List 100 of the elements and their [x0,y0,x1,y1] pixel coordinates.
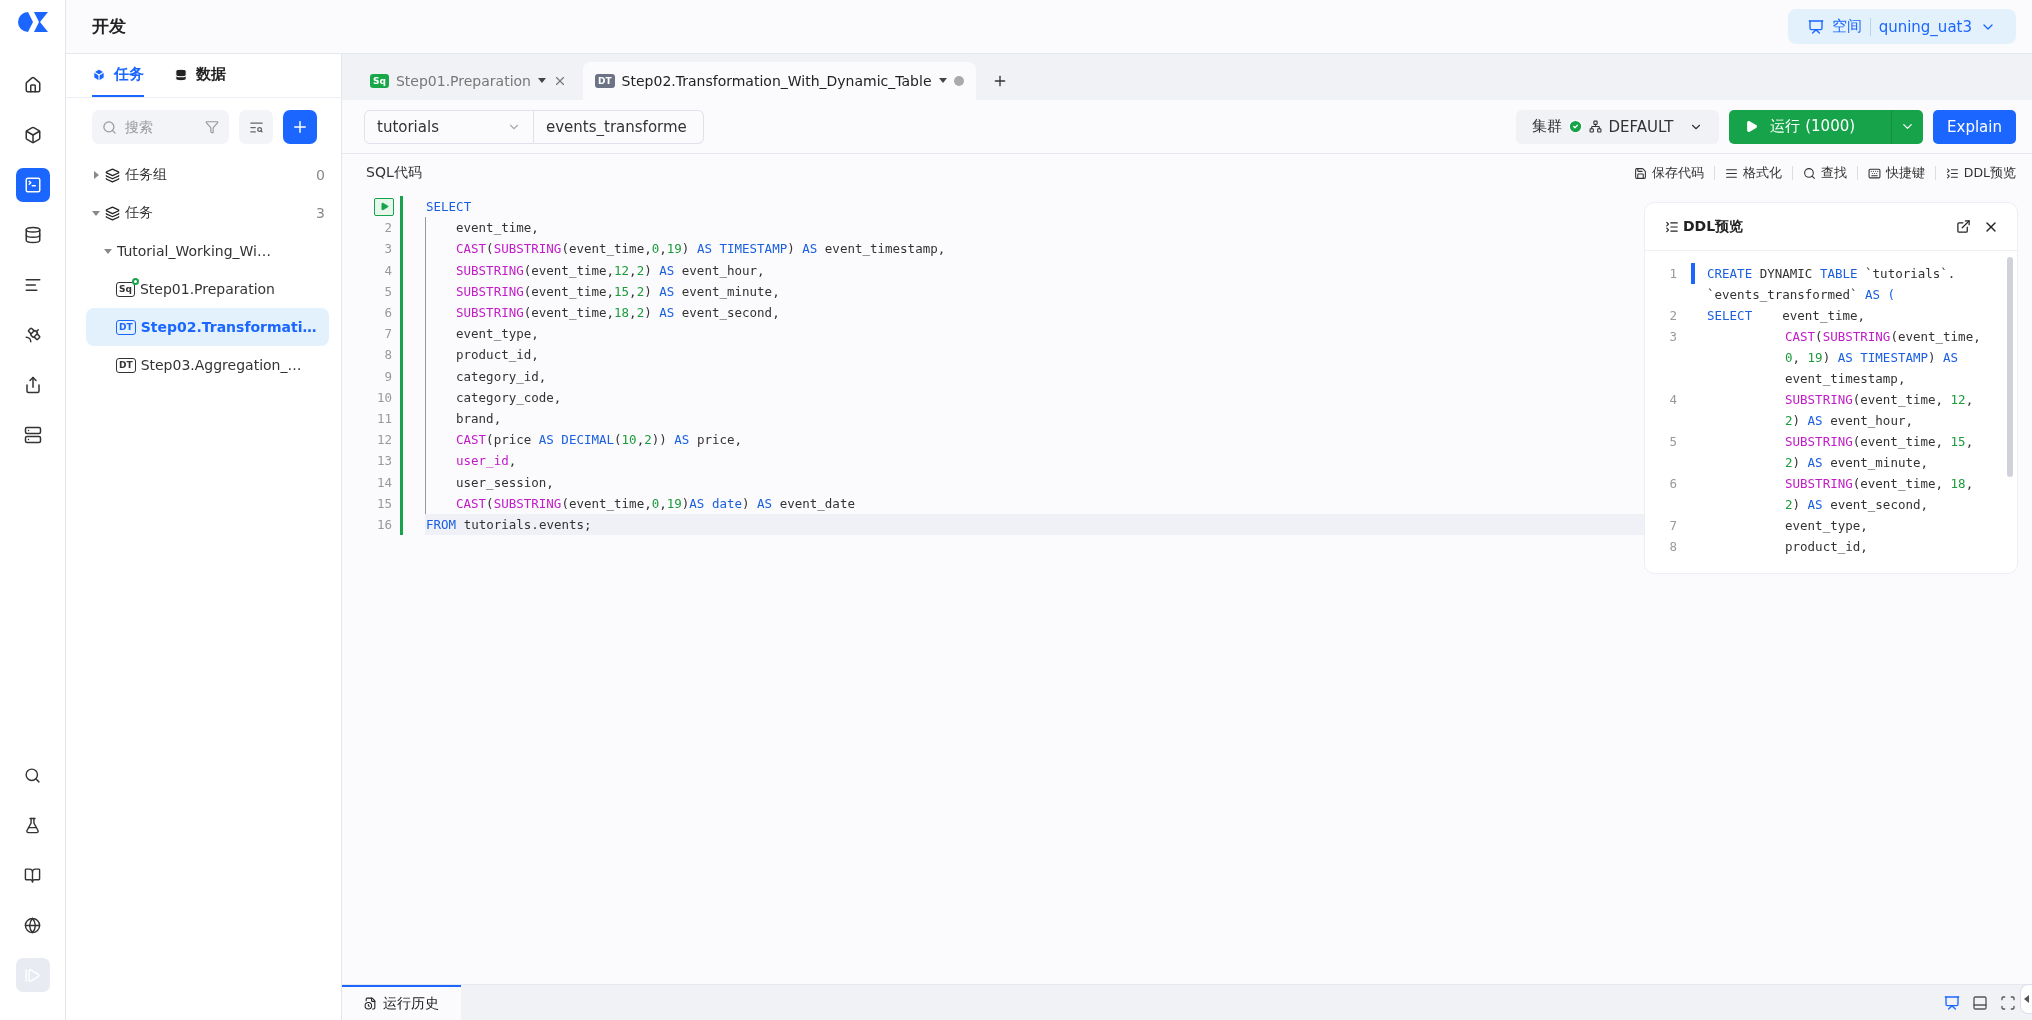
tree-item[interactable]: DT Step03.Aggregation_… [86,346,329,384]
history-icon [364,997,377,1010]
line-number: 7 [384,326,392,342]
caret-icon[interactable] [92,171,100,179]
play-icon [1745,120,1759,133]
layout-icon [1944,994,1960,1011]
explain-button[interactable]: Explain [1933,109,2016,144]
caret-icon[interactable] [92,209,100,217]
code-line: SUBSTRING(event_time, 15, [1784,433,1974,451]
cube-icon [23,126,42,144]
code-line: 2) AS event_hour, [1784,412,1914,430]
expand-handle[interactable] [2020,984,2032,1014]
code-line: SELECT event_time, [1707,307,1866,325]
layout-icon [2000,994,2016,1011]
layout-button[interactable] [1972,994,1988,1011]
plus-icon [291,118,309,136]
globe-icon [24,916,41,934]
tree-item-label: Step02.Transformati… [140,319,318,335]
toolbar-action[interactable]: DDL预览 [1945,164,2016,182]
line-number: 2 [384,220,392,236]
text-search-icon [248,119,264,135]
line-number: 15 [376,495,392,511]
search-icon [1802,166,1816,180]
list-icon [1945,166,1959,180]
toolbar-action[interactable]: 格式化 [1724,164,1782,182]
code-line: CAST(SUBSTRING(event_time, [1784,328,1981,346]
layout-icon [1972,994,1988,1011]
toolbar-action[interactable]: 查找 [1802,164,1847,182]
tree-folder[interactable]: Tutorial_Working_Wi… [86,232,329,270]
search-input[interactable]: 搜索 [123,118,199,136]
file-type-badge: Sq [370,74,389,88]
line-number: 4 [384,262,392,278]
code-line: 0, 19) AS TIMESTAMP) AS [1784,349,1960,367]
line-number: 2 [1668,307,1678,325]
code-line: SUBSTRING(event_time, 12, [1784,391,1974,409]
server-icon [23,426,42,444]
search-field[interactable]: 搜索 [92,110,229,144]
format-icon [1724,166,1738,180]
caret-icon [537,78,546,84]
toolbar-action[interactable]: 保存代码 [1633,164,1704,182]
tree-folder[interactable]: 任务 3 [86,194,329,232]
code-line: product_id, [1784,538,1868,556]
code-line: 2) AS event_second, [1784,496,1929,514]
line-number: 5 [1668,433,1678,451]
tree-folder-label: Tutorial_Working_Wi… [117,243,272,259]
caret-icon [938,78,947,84]
book-icon [24,866,41,884]
item-count: 3 [316,205,325,221]
schema-select[interactable]: tutorials [364,109,534,144]
line-number: 11 [376,410,392,426]
tree-item-label: Step03.Aggregation_… [140,357,303,373]
list-icon [23,276,42,294]
cube-icon [92,67,106,82]
file-type-badge: DT [594,74,615,88]
layers-icon [105,167,120,183]
file-type-badge: DT [116,319,136,335]
panel-tab[interactable]: 任务 [92,54,144,97]
code-line: 2) AS event_minute, [1784,454,1929,472]
code-line: SELECT [425,198,473,217]
layout-button[interactable] [1944,994,1960,1011]
layout-button[interactable] [2000,994,2016,1011]
editor-tab[interactable]: Sq Step01.Preparation [358,62,579,100]
code-line: event_type, [1784,517,1868,535]
cluster-selector[interactable]: 集群 DEFAULT [1516,109,1720,144]
bottom-tab[interactable]: 运行历史 [342,985,461,1020]
tree-item[interactable]: DT Step02.Transformati… [86,308,329,346]
play-icon [379,202,389,212]
tree-item-label: Step01.Preparation [139,281,276,297]
board-icon [1807,18,1824,35]
caret-icon[interactable] [104,247,112,255]
table-name-field[interactable]: events_transforme [534,109,704,144]
toolbar-action[interactable]: 快捷键 [1867,164,1925,182]
space-selector[interactable]: 空间 quning_uat3 [1787,9,2016,44]
satellite-icon [23,326,42,344]
line-number: 1 [1668,265,1678,283]
editor-tab[interactable]: DT Step02.Transformation_With_Dynamic_Table [582,62,976,100]
layers-icon [105,205,120,221]
search-icon [102,119,117,135]
flask-icon [24,816,41,834]
line-number: 8 [384,347,392,363]
add-button[interactable] [283,110,317,144]
code-line: CREATE DYNAMIC TABLE `tutorials`. [1707,265,1956,283]
run-line-button[interactable] [374,197,394,216]
panel-title: DDL预览 [1683,217,1744,236]
locate-button[interactable] [239,110,273,144]
file-type-badge: DT [116,357,136,373]
line-number: 10 [376,389,392,405]
save-icon [1633,166,1647,180]
code-line: event_timestamp, [1784,370,1907,388]
code-line: `events_transformed` AS ( [1707,286,1897,304]
tree-item[interactable]: Sq Step01.Preparation [86,270,329,308]
keyboard-icon [1867,166,1881,180]
database-icon [23,226,42,244]
external-link-icon[interactable] [1956,218,1971,234]
tree-folder[interactable]: 任务组 0 [86,156,329,194]
panel-tab[interactable]: 数据 [174,54,226,97]
cluster-icon [1589,120,1603,133]
page-title: 开发 [92,15,126,38]
caret-icon [2024,995,2029,1003]
logo-icon[interactable] [17,12,48,32]
